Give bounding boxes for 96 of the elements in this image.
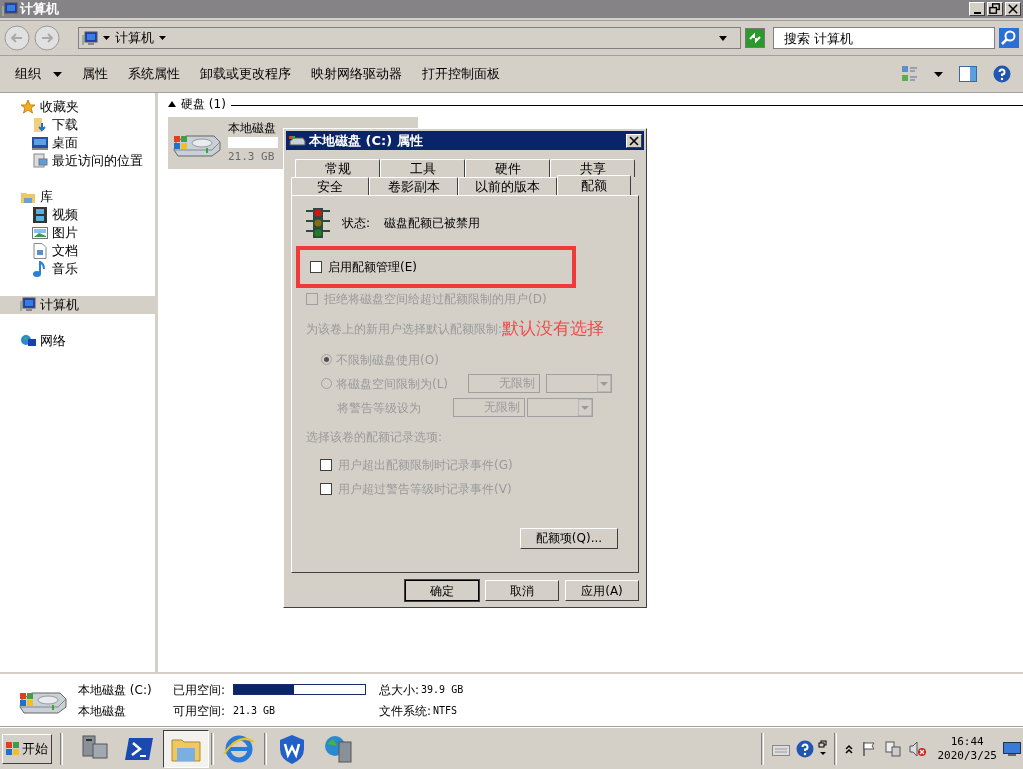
recent-places-icon <box>32 153 48 169</box>
show-desktop-icon[interactable] <box>1003 741 1021 756</box>
sidebar-item[interactable]: 音乐 <box>0 260 155 278</box>
caret-icon <box>103 36 110 40</box>
computer-icon <box>82 30 98 46</box>
drive-name: 本地磁盘 (C:) <box>78 681 153 699</box>
desktop-icon <box>32 135 48 151</box>
group-header: 硬盘 (1) <box>181 96 226 113</box>
help-icon[interactable] <box>796 739 815 758</box>
sidebar-item[interactable]: 计算机 <box>0 296 155 314</box>
picture-icon <box>32 225 48 241</box>
toolbar-button[interactable]: 映射网络驱动器 <box>311 64 402 84</box>
free-space-label: 21.3 GB <box>228 148 276 165</box>
field-value: 21.3 GB <box>233 704 276 718</box>
caret-icon <box>53 71 62 77</box>
collapse-arrow-icon[interactable] <box>168 101 176 107</box>
tab[interactable]: 配额 <box>557 175 631 195</box>
dropdown-arrow-icon[interactable] <box>719 35 727 41</box>
music-note-icon <box>32 261 48 277</box>
address-segment[interactable]: 计算机 <box>115 28 154 48</box>
windows-logo-icon <box>6 741 20 756</box>
network-status-icon[interactable] <box>885 740 902 757</box>
toolbar-button[interactable]: 卸载或更改程序 <box>200 64 291 84</box>
status-text: 磁盘配额已被禁用 <box>384 215 481 232</box>
tab[interactable]: 安全 <box>291 177 369 195</box>
computer-icon <box>2 1 18 17</box>
folder-download-icon <box>32 117 48 133</box>
minimize-icon <box>973 11 981 14</box>
search-field[interactable]: 搜索 计算机 <box>773 27 995 49</box>
drive-name: 本地磁盘 <box>228 120 277 136</box>
restore-icon <box>988 2 1002 16</box>
sidebar-item[interactable]: 桌面 <box>0 134 155 152</box>
sidebar-item[interactable]: 最近访问的位置 <box>0 152 155 170</box>
close-button[interactable] <box>626 133 642 148</box>
restore-toolbar-icon[interactable] <box>818 739 829 758</box>
dialog-button[interactable]: 确定 <box>405 580 479 601</box>
checkbox[interactable] <box>310 261 322 273</box>
tab[interactable]: 常规 <box>295 159 380 177</box>
drive-icon <box>288 134 306 147</box>
dialog-button[interactable]: 取消 <box>485 580 559 601</box>
minimize-button[interactable] <box>969 2 985 16</box>
toolbar-button[interactable]: 属性 <box>82 64 108 84</box>
tab[interactable]: 以前的版本 <box>458 177 557 195</box>
sidebar-item[interactable]: 视频 <box>0 206 155 224</box>
sidebar-item[interactable]: 下载 <box>0 116 155 134</box>
field-value: NTFS <box>433 704 458 718</box>
checkbox-label: 启用配额管理(E) <box>328 259 417 276</box>
address-bar[interactable]: 计算机 <box>78 27 741 49</box>
search-icon[interactable] <box>999 28 1019 48</box>
tab[interactable]: 硬件 <box>465 159 550 177</box>
sidebar-item[interactable]: 收藏夹 <box>0 98 155 116</box>
tab[interactable]: 共享 <box>550 159 635 177</box>
quota-entries-button[interactable]: 配额项(Q)... <box>520 527 618 549</box>
help-icon[interactable] <box>993 65 1011 83</box>
computer-icon <box>20 297 36 313</box>
restore-button[interactable] <box>987 2 1003 16</box>
toolbar-button[interactable]: 打开控制面板 <box>422 64 500 84</box>
window-title: 计算机 <box>20 0 59 19</box>
drive-type: 本地磁盘 <box>78 702 127 720</box>
checkbox[interactable] <box>320 458 332 471</box>
tab[interactable]: 卷影副本 <box>369 177 458 195</box>
star-icon <box>20 99 36 115</box>
field-label: 可用空间: <box>173 702 227 720</box>
sidebar-item[interactable]: 库 <box>0 188 155 206</box>
chevron-up-icon[interactable] <box>845 743 854 754</box>
toolbar-button[interactable]: 系统属性 <box>128 64 180 84</box>
clock-time[interactable]: 16:44 <box>950 734 984 749</box>
field-label: 文件系统: <box>379 702 432 720</box>
taskbar-button[interactable] <box>163 729 209 768</box>
preview-pane-icon[interactable] <box>959 66 977 82</box>
field-value: 39.9 GB <box>421 683 464 697</box>
close-icon <box>1006 2 1020 16</box>
caret-icon[interactable] <box>934 71 943 77</box>
clock-date[interactable]: 2020/3/25 <box>937 748 997 763</box>
field-label: 总大小: <box>379 681 420 699</box>
toolbar-button[interactable]: 组织 <box>15 64 62 84</box>
traffic-light-icon <box>306 208 330 238</box>
capacity-bar <box>228 136 278 148</box>
close-button[interactable] <box>1005 2 1021 16</box>
checkbox[interactable] <box>320 482 332 495</box>
sidebar-item[interactable]: 图片 <box>0 224 155 242</box>
status-label: 状态: <box>342 215 371 232</box>
network-icon <box>20 333 36 349</box>
field-label: 已用空间: <box>173 681 227 699</box>
sidebar-item[interactable]: 网络 <box>0 332 155 350</box>
caret-icon <box>159 36 166 40</box>
annotation-text: 默认没有选择 <box>502 317 605 340</box>
flag-icon[interactable] <box>861 740 878 757</box>
refresh-button[interactable] <box>745 28 765 48</box>
volume-muted-icon[interactable] <box>909 740 928 757</box>
start-button[interactable]: 开始 <box>2 733 52 764</box>
tab[interactable]: 工具 <box>380 159 465 177</box>
film-icon <box>32 207 48 223</box>
sidebar-item[interactable]: 文档 <box>0 242 155 260</box>
dialog-button[interactable]: 应用(A) <box>565 580 639 601</box>
document-icon <box>32 243 48 259</box>
